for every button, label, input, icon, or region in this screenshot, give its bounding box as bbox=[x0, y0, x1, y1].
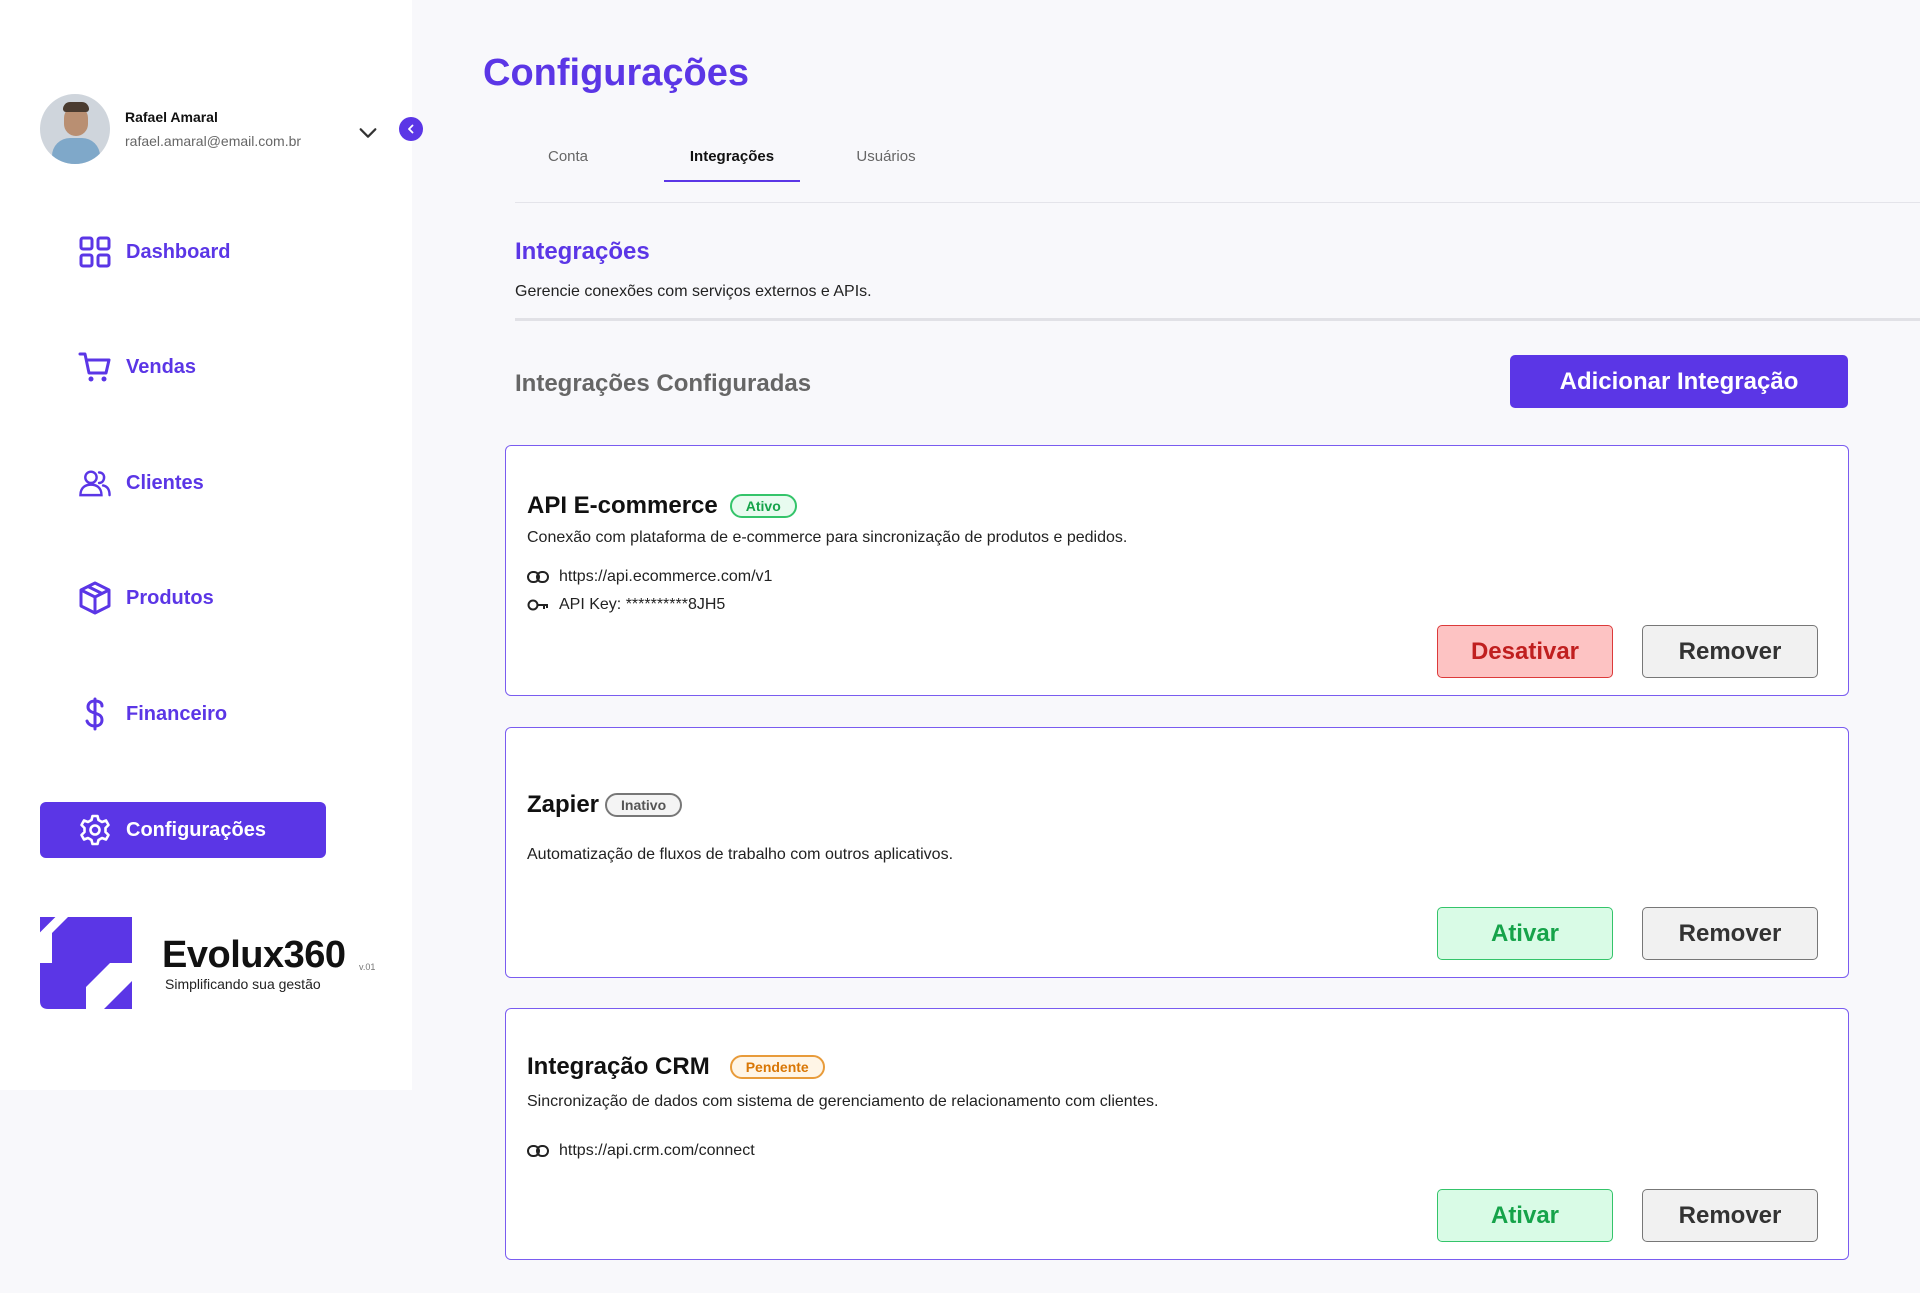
collapse-sidebar-button[interactable] bbox=[399, 117, 423, 141]
integration-api-key: API Key: **********8JH5 bbox=[559, 596, 726, 613]
link-icon bbox=[527, 570, 549, 584]
card-header: API E-commerce Ativo bbox=[527, 492, 797, 520]
user-profile[interactable]: Rafael Amaral rafael.amaral@email.com.br bbox=[40, 94, 301, 164]
user-email: rafael.amaral@email.com.br bbox=[125, 133, 302, 149]
card-header: Integração CRM Pendente bbox=[527, 1053, 825, 1081]
sidebar-item-financeiro[interactable]: Financeiro bbox=[40, 686, 326, 742]
deactivate-button[interactable]: Desativar bbox=[1437, 625, 1613, 678]
sidebar-item-label: Dashboard bbox=[126, 240, 231, 263]
brand-name: Evolux360 bbox=[162, 934, 346, 976]
sidebar-item-label: Vendas bbox=[126, 355, 197, 378]
integration-card-crm: Integração CRM Pendente Sincronização de… bbox=[505, 1008, 1849, 1260]
sidebar-item-dashboard[interactable]: Dashboard bbox=[40, 224, 326, 280]
integration-name: API E-commerce bbox=[527, 492, 718, 519]
tab-conta[interactable]: Conta bbox=[534, 140, 602, 182]
brand-tagline: Simplificando sua gestão bbox=[165, 976, 321, 992]
integration-url-row: https://api.crm.com/connect bbox=[527, 1142, 755, 1160]
avatar bbox=[40, 94, 110, 164]
box-icon bbox=[78, 581, 112, 615]
section-description: Gerencie conexões com serviços externos … bbox=[515, 283, 872, 300]
sidebar-item-configuracoes[interactable]: Configurações bbox=[40, 802, 326, 858]
integration-key-row: API Key: **********8JH5 bbox=[527, 596, 725, 614]
sidebar-item-produtos[interactable]: Produtos bbox=[40, 570, 326, 626]
activate-button[interactable]: Ativar bbox=[1437, 907, 1613, 960]
remove-button[interactable]: Remover bbox=[1642, 625, 1818, 678]
integration-description: Automatização de fluxos de trabalho com … bbox=[527, 846, 954, 863]
sidebar-item-label: Clientes bbox=[126, 471, 204, 494]
sidebar-item-vendas[interactable]: Vendas bbox=[40, 339, 326, 395]
integrations-list-title: Integrações Configuradas bbox=[515, 370, 812, 397]
section-title: Integrações bbox=[515, 238, 650, 265]
grid-icon bbox=[78, 235, 112, 269]
sidebar-item-label: Produtos bbox=[126, 586, 214, 609]
page-title: Configurações bbox=[483, 52, 750, 94]
integration-url: https://api.ecommerce.com/v1 bbox=[559, 568, 773, 585]
chevron-down-icon[interactable] bbox=[357, 122, 379, 144]
add-integration-button[interactable]: Adicionar Integração bbox=[1510, 355, 1848, 408]
status-badge: Pendente bbox=[729, 1055, 825, 1079]
sidebar: Rafael Amaral rafael.amaral@email.com.br… bbox=[0, 0, 423, 1090]
card-header: Zapier Inativo bbox=[527, 791, 683, 819]
remove-button[interactable]: Remover bbox=[1642, 1189, 1818, 1242]
cart-icon bbox=[78, 350, 112, 384]
remove-button[interactable]: Remover bbox=[1642, 907, 1818, 960]
key-icon bbox=[527, 598, 549, 612]
dollar-icon bbox=[78, 697, 112, 731]
integration-description: Conexão com plataforma de e-commerce par… bbox=[527, 529, 1128, 546]
integration-card-api-ecommerce: API E-commerce Ativo Conexão com platafo… bbox=[505, 445, 1849, 696]
user-info: Rafael Amaral rafael.amaral@email.com.br bbox=[125, 109, 301, 149]
brand-logo bbox=[40, 917, 132, 1009]
brand-version: v.01 bbox=[359, 962, 376, 972]
link-icon bbox=[527, 1144, 549, 1158]
user-name: Rafael Amaral bbox=[125, 109, 218, 125]
tab-integracoes[interactable]: Integrações bbox=[664, 140, 800, 182]
sidebar-item-label: Configurações bbox=[126, 818, 267, 841]
gear-icon bbox=[78, 813, 112, 847]
activate-button[interactable]: Ativar bbox=[1437, 1189, 1613, 1242]
status-badge: Ativo bbox=[729, 494, 797, 518]
integration-name: Zapier bbox=[527, 791, 600, 818]
chevron-left-icon bbox=[408, 124, 414, 134]
tabs-divider bbox=[515, 202, 1920, 203]
integration-url: https://api.crm.com/connect bbox=[559, 1142, 755, 1159]
tab-usuarios[interactable]: Usuários bbox=[842, 140, 930, 182]
integration-description: Sincronização de dados com sistema de ge… bbox=[527, 1093, 1159, 1110]
users-icon bbox=[78, 466, 112, 500]
integration-name: Integração CRM bbox=[527, 1053, 710, 1080]
status-badge: Inativo bbox=[605, 793, 683, 817]
integration-url-row: https://api.ecommerce.com/v1 bbox=[527, 568, 772, 586]
sidebar-item-label: Financeiro bbox=[126, 702, 228, 725]
sidebar-item-clientes[interactable]: Clientes bbox=[40, 455, 326, 511]
integration-card-zapier: Zapier Inativo Automatização de fluxos d… bbox=[505, 727, 1849, 978]
section-divider bbox=[515, 318, 1920, 321]
